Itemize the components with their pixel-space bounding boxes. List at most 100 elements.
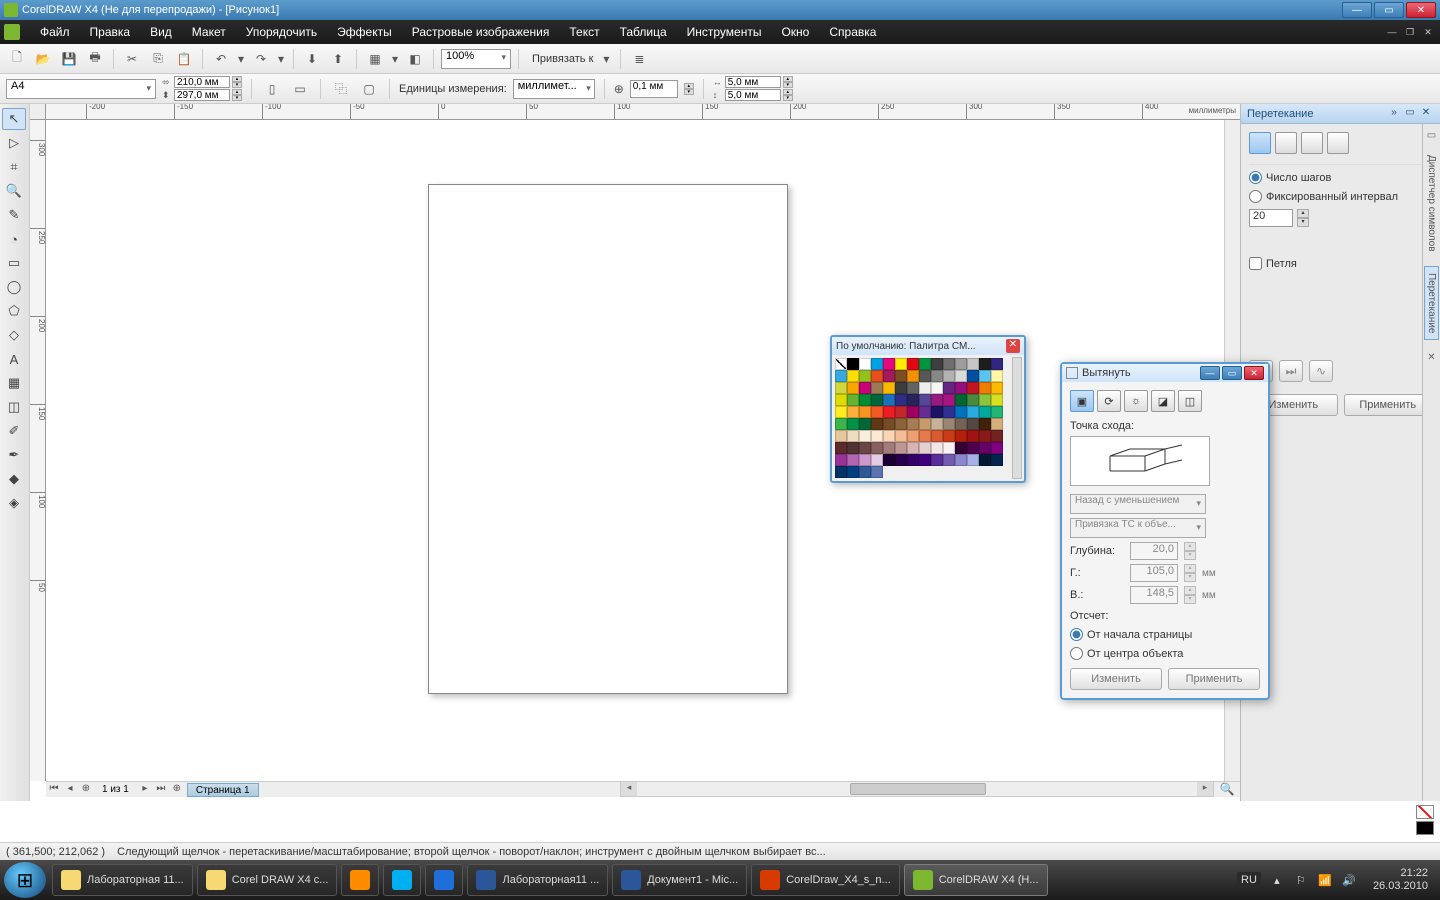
color-swatch[interactable] xyxy=(859,466,871,478)
zoom-navigator-icon[interactable]: 🔍 xyxy=(1218,781,1236,797)
color-swatch[interactable] xyxy=(919,442,931,454)
color-swatch[interactable] xyxy=(883,418,895,430)
color-swatch[interactable] xyxy=(847,454,859,466)
canvas-area[interactable]: -200-150-100-50050100150200250300350400 … xyxy=(30,104,1240,801)
docker-tabs-close-icon[interactable]: ▭ xyxy=(1427,130,1436,141)
duplicate-y-input[interactable]: 5,0 мм xyxy=(725,89,781,101)
color-swatch[interactable] xyxy=(871,442,883,454)
snap-to-dropdown[interactable]: ▾ xyxy=(599,48,613,70)
maximize-button[interactable]: ▭ xyxy=(1374,2,1404,18)
color-swatch[interactable] xyxy=(931,394,943,406)
rectangle-tool[interactable]: ▭ xyxy=(2,252,26,274)
extrude-preview[interactable] xyxy=(1070,436,1210,486)
color-swatch[interactable] xyxy=(955,442,967,454)
close-button[interactable]: ✕ xyxy=(1406,2,1436,18)
save-button[interactable]: 💾 xyxy=(58,48,80,70)
origin-object-radio[interactable] xyxy=(1070,647,1083,660)
docker-undock-button[interactable]: ▭ xyxy=(1402,107,1418,121)
color-swatch[interactable] xyxy=(835,430,847,442)
app-launcher-button[interactable]: ▦ xyxy=(364,48,386,70)
copy-button[interactable]: ⎘ xyxy=(147,48,169,70)
freehand-tool[interactable]: ✎ xyxy=(2,204,26,226)
palette-scrollbar[interactable] xyxy=(1012,357,1022,479)
depth-spinner[interactable]: ▴▾ xyxy=(1184,542,1196,560)
color-swatch[interactable] xyxy=(943,358,955,370)
color-swatch[interactable] xyxy=(847,382,859,394)
extrude-rotation-tab[interactable]: ⟳ xyxy=(1097,390,1121,412)
color-swatch[interactable] xyxy=(871,382,883,394)
color-swatch[interactable] xyxy=(835,382,847,394)
basic-shapes-tool[interactable]: ◇ xyxy=(2,324,26,346)
color-swatch[interactable] xyxy=(895,358,907,370)
color-swatch[interactable] xyxy=(859,370,871,382)
color-swatch[interactable] xyxy=(907,406,919,418)
add-page-before-button[interactable]: ⊕ xyxy=(78,783,94,797)
nudge-spinner[interactable]: ▴▾ xyxy=(684,83,694,95)
color-swatch[interactable] xyxy=(859,442,871,454)
zoom-tool[interactable]: 🔍 xyxy=(2,180,26,202)
color-swatch[interactable] xyxy=(871,466,883,478)
color-swatch[interactable] xyxy=(943,418,955,430)
extrude-minimize-button[interactable]: — xyxy=(1200,366,1220,380)
color-swatch[interactable] xyxy=(895,394,907,406)
color-swatch[interactable] xyxy=(991,442,1003,454)
color-swatch[interactable] xyxy=(871,406,883,418)
scroll-thumb[interactable] xyxy=(637,782,1197,796)
start-button[interactable]: ⊞ xyxy=(4,862,46,898)
color-swatch[interactable] xyxy=(919,370,931,382)
language-indicator[interactable]: RU xyxy=(1237,872,1261,888)
extrude-light-tab[interactable]: ☼ xyxy=(1124,390,1148,412)
color-swatch[interactable] xyxy=(895,454,907,466)
color-swatch[interactable] xyxy=(847,370,859,382)
menu-справка[interactable]: Справка xyxy=(819,22,886,42)
color-palette-window[interactable]: По умолчанию: Палитра СМ... ✕ xyxy=(830,335,1026,483)
next-page-button[interactable]: ▸ xyxy=(137,783,153,797)
add-page-after-button[interactable]: ⊕ xyxy=(169,783,185,797)
extrude-edit-button[interactable]: Изменить xyxy=(1070,668,1162,690)
redo-dropdown[interactable]: ▾ xyxy=(276,48,286,70)
color-swatch[interactable] xyxy=(871,358,883,370)
docker-close-button[interactable]: ✕ xyxy=(1418,107,1434,121)
app-launcher-dropdown[interactable]: ▾ xyxy=(390,48,400,70)
color-swatch[interactable] xyxy=(979,394,991,406)
color-swatch[interactable] xyxy=(931,418,943,430)
pick-tool[interactable]: ↖ xyxy=(2,108,26,130)
color-swatch[interactable] xyxy=(919,358,931,370)
v-spinner[interactable]: ▴▾ xyxy=(1184,586,1196,604)
table-tool[interactable]: ▦ xyxy=(2,372,26,394)
color-swatch[interactable] xyxy=(943,382,955,394)
color-swatch[interactable] xyxy=(847,430,859,442)
extrude-maximize-button[interactable]: ▭ xyxy=(1222,366,1242,380)
extrude-type-combo[interactable]: Назад с уменьшением xyxy=(1070,494,1206,514)
page-width-input[interactable]: 210,0 мм xyxy=(174,76,230,88)
taskbar-item[interactable]: Лабораторная 11... xyxy=(52,864,193,896)
docker-collapse-button[interactable]: » xyxy=(1386,107,1402,121)
extrude-titlebar[interactable]: Вытянуть — ▭ ✕ xyxy=(1062,364,1268,382)
color-swatch[interactable] xyxy=(907,370,919,382)
blend-misc-tab[interactable] xyxy=(1327,132,1349,154)
first-page-button[interactable]: ⏮ xyxy=(46,783,62,797)
tray-network-icon[interactable]: 📶 xyxy=(1317,872,1333,888)
color-swatch[interactable] xyxy=(871,430,883,442)
extrude-apply-button[interactable]: Применить xyxy=(1168,668,1260,690)
redo-button[interactable]: ↷ xyxy=(250,48,272,70)
color-swatch[interactable] xyxy=(835,370,847,382)
color-swatch[interactable] xyxy=(895,442,907,454)
menu-упорядочить[interactable]: Упорядочить xyxy=(236,22,327,42)
color-swatch[interactable] xyxy=(907,358,919,370)
color-swatch[interactable] xyxy=(883,370,895,382)
origin-page-radio[interactable] xyxy=(1070,628,1083,641)
options-button[interactable]: ≣ xyxy=(628,48,650,70)
color-swatch[interactable] xyxy=(979,406,991,418)
docker-header[interactable]: Перетекание » ▭ ✕ xyxy=(1241,104,1440,124)
color-swatch[interactable] xyxy=(871,454,883,466)
color-swatch[interactable] xyxy=(931,442,943,454)
docker-tab-close-icon[interactable]: ✕ xyxy=(1427,352,1435,363)
color-swatch[interactable] xyxy=(847,466,859,478)
fill-tool[interactable]: ◆ xyxy=(2,468,26,490)
depth-input[interactable]: 20,0 xyxy=(1130,542,1178,560)
color-swatch[interactable] xyxy=(955,394,967,406)
menu-инструменты[interactable]: Инструменты xyxy=(677,22,772,42)
color-swatch[interactable] xyxy=(991,370,1003,382)
v-input[interactable]: 148,5 xyxy=(1130,586,1178,604)
